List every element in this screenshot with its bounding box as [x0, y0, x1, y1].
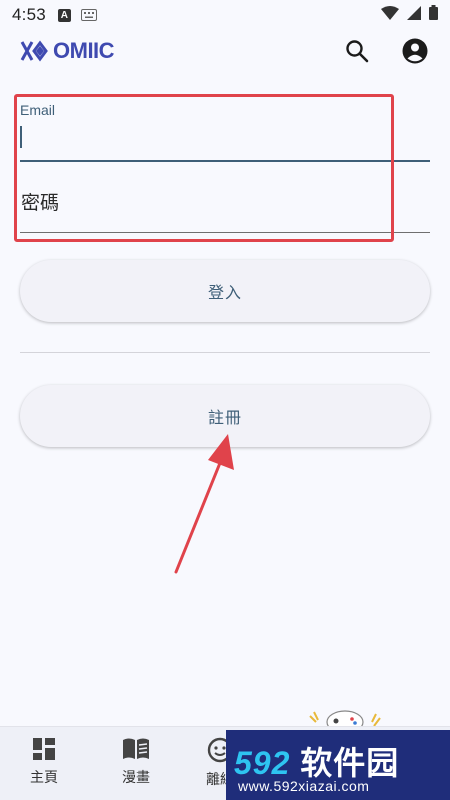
email-underline [20, 160, 430, 162]
app-bar: OMIIC [0, 30, 450, 74]
dashboard-icon [33, 738, 55, 760]
password-underline [20, 232, 430, 233]
password-field[interactable]: 密碼 [20, 170, 430, 234]
register-button-label: 註冊 [207, 408, 242, 427]
nav-item-home[interactable]: 主頁 [14, 737, 74, 787]
signal-icon [407, 5, 421, 25]
battery-icon [429, 5, 438, 25]
watermark-banner: 592 软件园 www.592xiazai.com [226, 730, 450, 800]
book-icon [123, 738, 149, 759]
search-icon [346, 40, 369, 63]
logo-mark-icon [20, 40, 48, 62]
email-label: Email [20, 102, 56, 118]
wifi-icon [381, 5, 399, 25]
email-field[interactable]: Email [20, 96, 430, 162]
status-bar: 4:53 A [0, 0, 450, 30]
account-circle-icon [402, 38, 428, 64]
password-label: 密碼 [21, 192, 60, 214]
watermark-cn: 软件园 [300, 745, 400, 781]
keyboard-icon [80, 9, 97, 21]
text-cursor [20, 126, 22, 148]
watermark-url: www.592xiazai.com [238, 778, 370, 794]
watermark-number: 592 [234, 745, 291, 781]
login-button[interactable]: 登入 [20, 260, 430, 322]
nav-label-home: 主頁 [30, 770, 58, 786]
logo-text: OMIIC [53, 38, 115, 63]
account-button[interactable] [402, 38, 428, 64]
divider [20, 352, 430, 353]
annotation-arrow-icon [174, 434, 234, 574]
search-button[interactable] [344, 38, 370, 64]
nav-label-comics: 漫畫 [122, 770, 150, 786]
login-button-label: 登入 [207, 283, 242, 302]
status-time: 4:53 [12, 5, 46, 24]
app-logo: OMIIC [20, 38, 115, 64]
notification-a-icon: A [57, 8, 71, 22]
nav-item-comics[interactable]: 漫畫 [106, 737, 166, 787]
